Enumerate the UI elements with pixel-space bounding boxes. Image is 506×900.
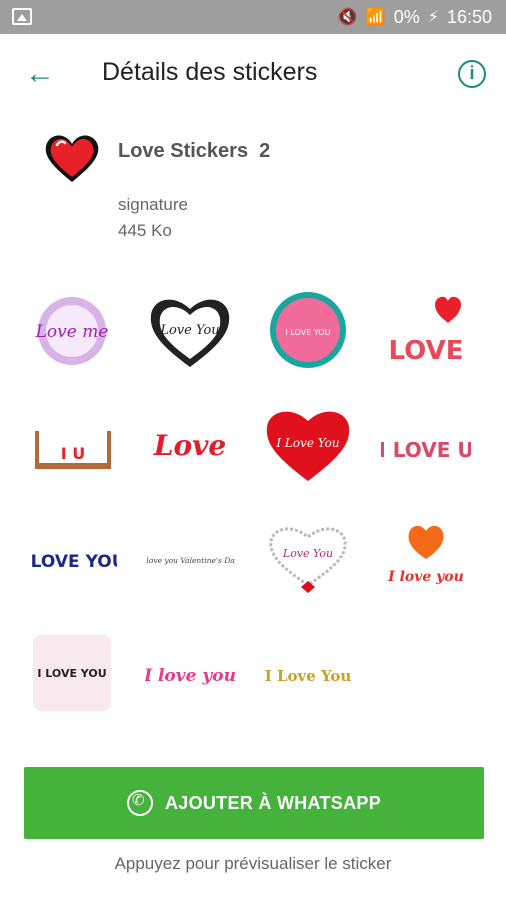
pack-publisher: signature [118, 195, 188, 214]
sticker-image: I LOVE YOU [270, 292, 346, 368]
pack-meta: signature 445 Ko [118, 192, 188, 244]
sticker-4[interactable]: LOVE [376, 282, 476, 378]
sticker-15[interactable]: I Love You [258, 624, 358, 720]
svg-text:I LOVE U: I LOVE U [381, 438, 471, 462]
svg-text:I Love You: I Love You [265, 667, 352, 685]
sticker-11[interactable]: Love You [258, 510, 358, 606]
svg-text:I love you Valentine's Day: I love you Valentine's Day [145, 556, 235, 565]
sticker-image: Love You [269, 527, 347, 593]
sticker-1[interactable]: Love me [22, 282, 122, 378]
sticker-image: I love you Valentine's Day [145, 556, 235, 565]
mute-icon: 🔇 [337, 9, 358, 26]
sticker-14[interactable]: I love you [140, 624, 240, 720]
status-bar: 🔇 📶 0% ⚡ 16:50 [0, 0, 506, 34]
wifi-icon: 📶 [365, 9, 386, 26]
sticker-image: I love you [387, 525, 464, 585]
preview-hint: Appuyez pour prévisualiser le sticker [114, 854, 392, 873]
svg-text:Love You: Love You [282, 547, 333, 560]
back-arrow-icon[interactable]: ← [22, 56, 58, 92]
clock: 16:50 [446, 6, 492, 27]
battery-percent: 0% [393, 6, 420, 27]
sticker-image: Love me [35, 297, 109, 365]
pack-size: 445 Ko [118, 221, 172, 240]
svg-text:I love you: I love you [145, 666, 235, 686]
sticker-9[interactable]: I LOVE YOU [22, 510, 122, 606]
svg-text:I love you: I love you [387, 569, 464, 585]
sticker-7[interactable]: I Love You [258, 396, 358, 492]
sticker-image: I LOVE YOU [33, 635, 111, 711]
image-notification-icon [12, 8, 32, 25]
sticker-image: I Love You [265, 667, 352, 685]
svg-text:I LOVE YOU: I LOVE YOU [37, 667, 106, 680]
sticker-image: Love You [150, 299, 230, 367]
sticker-5[interactable]: I U [22, 396, 122, 492]
sticker-3[interactable]: I LOVE YOU [258, 282, 358, 378]
sticker-10[interactable]: I love you Valentine's Day [140, 510, 240, 606]
svg-text:I Love You: I Love You [275, 436, 339, 450]
sticker-image: Love [153, 429, 226, 462]
add-to-whatsapp-button[interactable]: AJOUTER À WHATSAPP [24, 767, 484, 839]
app-bar: ← Détails des stickers i [0, 34, 506, 116]
sticker-image: LOVE [389, 296, 464, 366]
battery-charging-icon: ⚡ [427, 9, 439, 26]
sticker-image: I Love You [266, 411, 350, 481]
svg-text:Love me: Love me [35, 322, 109, 342]
sticker-image: I love you [145, 666, 235, 686]
pack-heart-icon [45, 135, 99, 182]
sticker-image: I U [35, 431, 111, 469]
svg-text:I LOVE YOU: I LOVE YOU [286, 328, 331, 337]
sticker-2[interactable]: Love You [140, 282, 240, 378]
pack-name: Love Stickers 2 [118, 140, 271, 162]
svg-text:I U: I U [61, 444, 86, 463]
sticker-image: I LOVE YOU [27, 552, 117, 572]
svg-text:LOVE: LOVE [389, 336, 464, 366]
sticker-8[interactable]: I LOVE U [376, 396, 476, 492]
page-title: Détails des stickers [102, 58, 318, 86]
sticker-image: I LOVE U [381, 438, 471, 462]
svg-text:Love: Love [153, 429, 226, 462]
pack-details: Love Stickers 2 signature 445 Ko [0, 130, 506, 250]
add-to-whatsapp-label: AJOUTER À WHATSAPP [164, 792, 382, 813]
sticker-6[interactable]: Love [140, 396, 240, 492]
status-icons: 🔇 📶 0% ⚡ 16:50 [338, 6, 492, 28]
svg-text:Love You: Love You [159, 323, 219, 338]
sticker-13[interactable]: I LOVE YOU [22, 624, 122, 720]
svg-text:I LOVE YOU: I LOVE YOU [27, 552, 117, 572]
whatsapp-icon [126, 790, 153, 816]
sticker-12[interactable]: I love you [376, 510, 476, 606]
info-icon[interactable]: i [458, 60, 486, 88]
